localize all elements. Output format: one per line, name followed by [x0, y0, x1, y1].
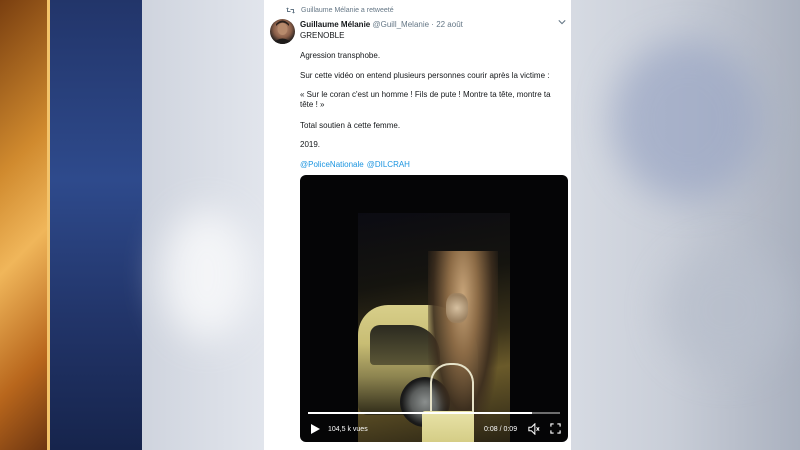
video-views: 104,5 k vues [328, 426, 368, 433]
mention-dilcrah[interactable]: @DILCRAH [367, 160, 410, 169]
retweet-label: Guillaume Mélanie a retweeté [301, 7, 394, 14]
tweet-card: Guillaume Mélanie a retweeté Guillaume M… [264, 0, 571, 450]
tweet-location: GRENOBLE [300, 31, 345, 40]
chevron-down-icon[interactable] [558, 19, 566, 25]
avatar-face-icon [272, 20, 293, 44]
background-blue-panel [50, 0, 142, 450]
author-handle[interactable]: @Guill_Melanie [372, 20, 429, 29]
play-icon[interactable] [311, 424, 320, 434]
tweet-header: Guillaume Mélanie @Guill_Melanie · 22 ao… [300, 20, 463, 29]
retweet-icon [286, 7, 295, 14]
video-controls: 104,5 k vues 0:08 / 0:09 [300, 420, 568, 438]
video-time: 0:08 / 0:09 [484, 426, 518, 433]
video-player[interactable]: 104,5 k vues 0:08 / 0:09 [300, 175, 568, 442]
tweet-date[interactable]: 22 août [436, 20, 463, 29]
background-orange-panel [0, 0, 50, 450]
tweet-line-3: « Sur le coran c'est un homme ! Fils de … [300, 90, 551, 109]
author-name[interactable]: Guillaume Mélanie [300, 20, 370, 29]
tweet-mentions: @PoliceNationale @DILCRAH [300, 160, 562, 170]
fullscreen-icon[interactable] [550, 423, 561, 434]
tweet-line-1: Agression transphobe. [300, 51, 381, 60]
tweet-line-4: Total soutien à cette femme. [300, 121, 401, 130]
tweet-line-2: Sur cette vidéo on entend plusieurs pers… [300, 71, 550, 80]
retweet-context: Guillaume Mélanie a retweeté [286, 7, 394, 14]
avatar[interactable] [270, 19, 295, 44]
volume-muted-icon[interactable] [528, 423, 540, 435]
video-frame [358, 213, 510, 442]
tweet-line-5: 2019. [300, 140, 321, 149]
video-progress-fill [308, 412, 533, 414]
mention-police-nationale[interactable]: @PoliceNationale [300, 160, 364, 169]
video-progress-bar[interactable] [308, 412, 560, 414]
